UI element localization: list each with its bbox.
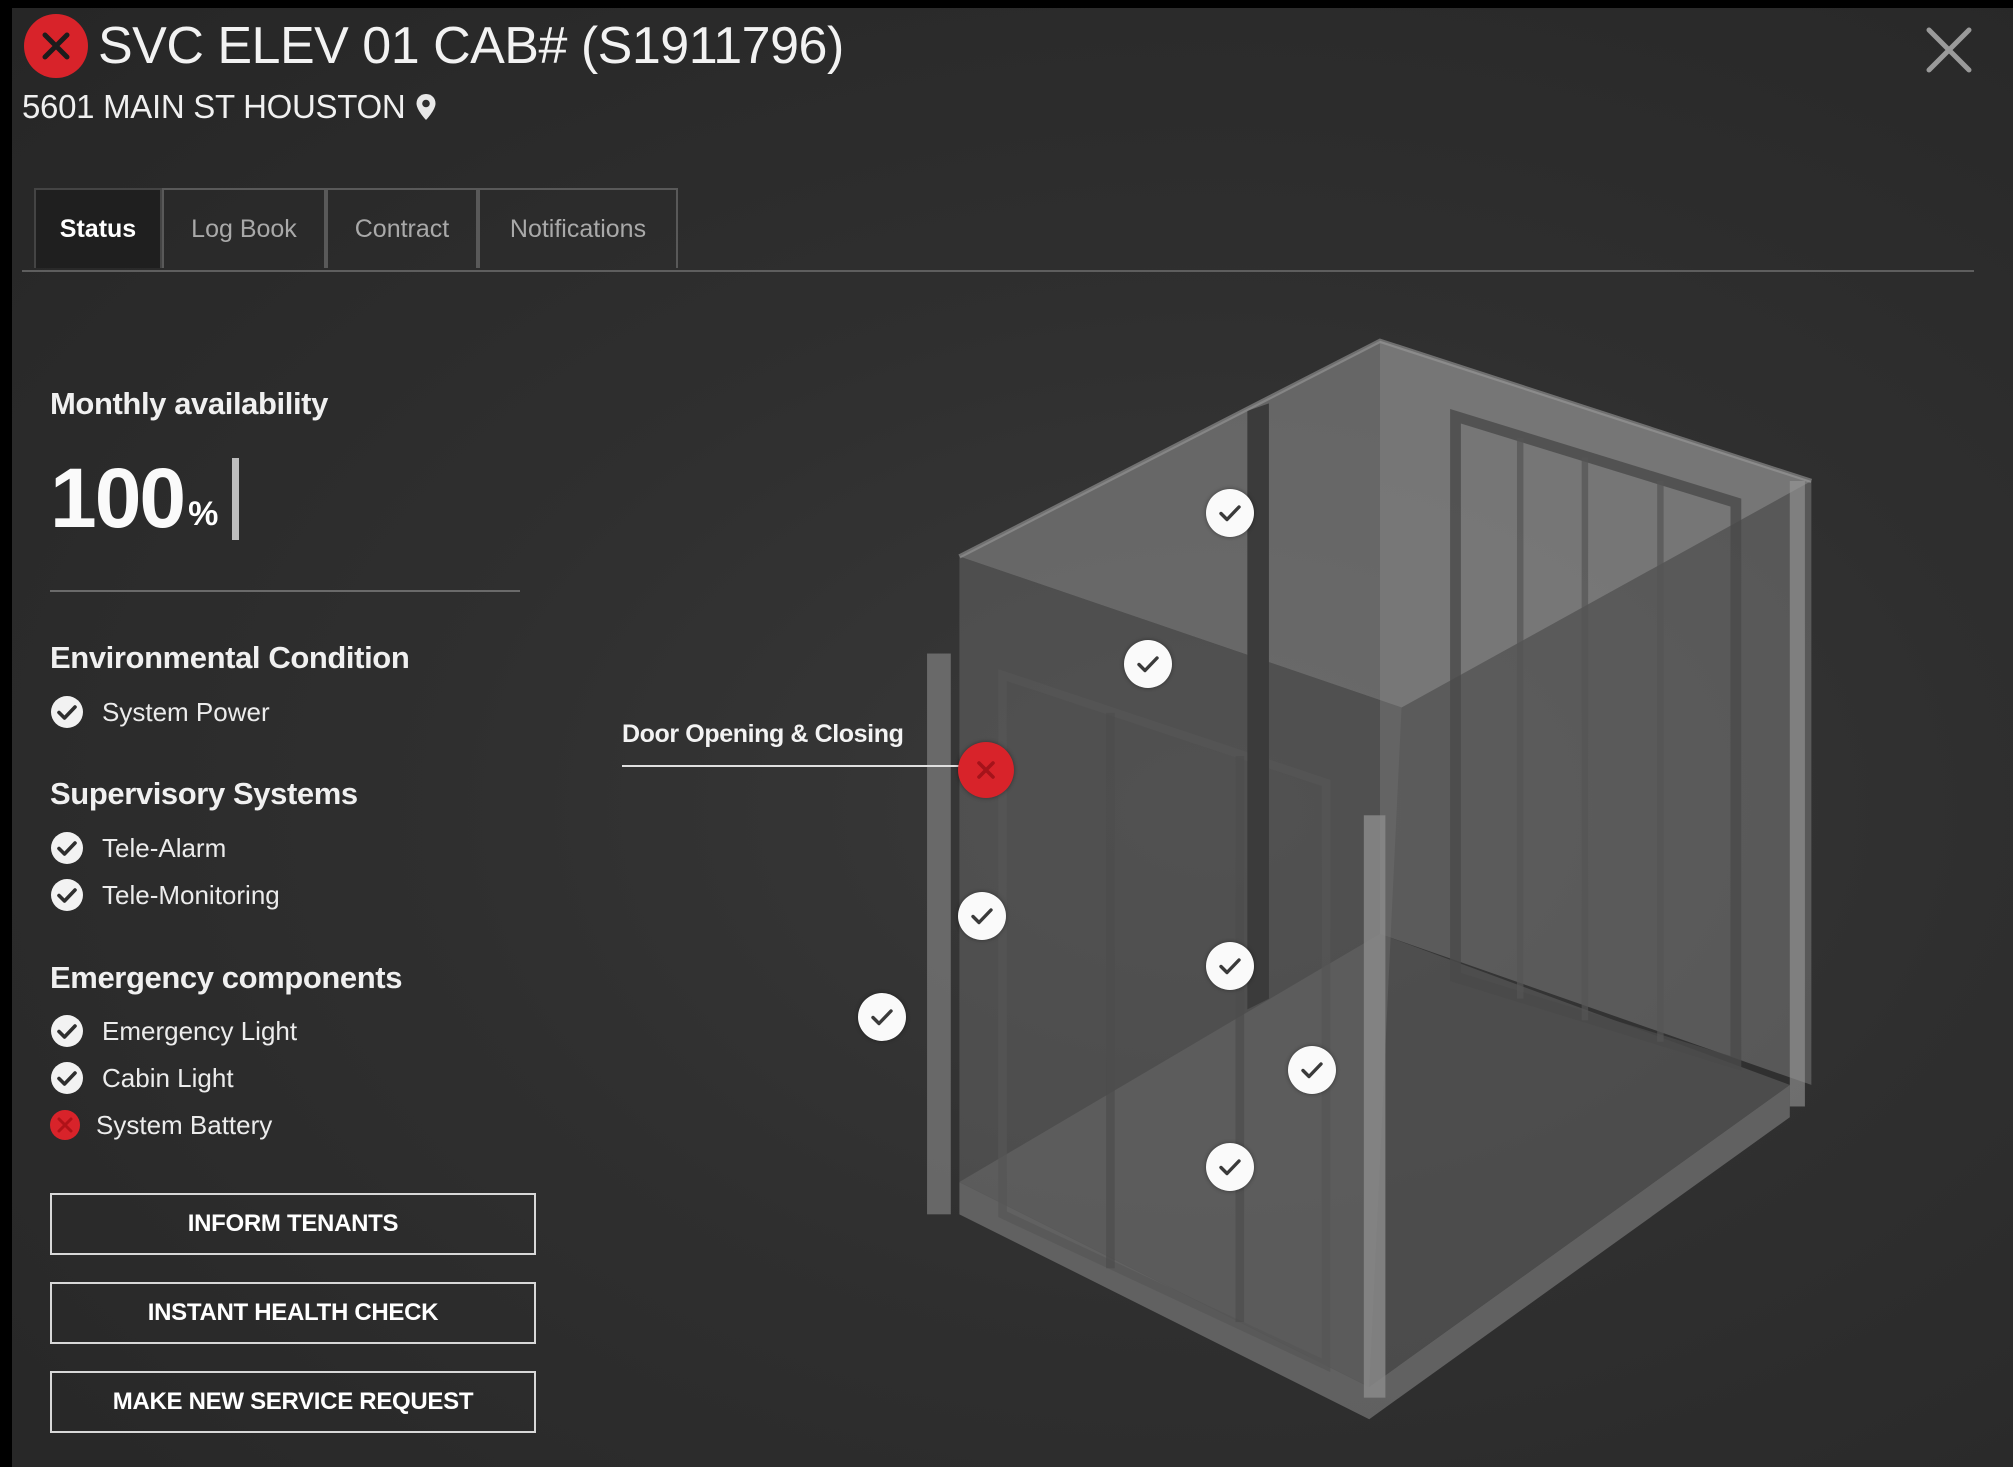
x-circle-icon bbox=[50, 1110, 80, 1140]
status-item-label: Emergency Light bbox=[102, 1015, 298, 1046]
cab-marker-ok[interactable] bbox=[1206, 489, 1254, 537]
check-icon bbox=[1219, 505, 1241, 522]
check-icon bbox=[1219, 1159, 1241, 1176]
status-item-label: Tele-Monitoring bbox=[102, 879, 280, 910]
cab-marker-ok[interactable] bbox=[1124, 640, 1172, 688]
status-item-system-power: System Power bbox=[50, 695, 270, 729]
availability-unit: % bbox=[188, 495, 219, 533]
tab-bar: Status Log Book Contract Notifications bbox=[22, 188, 1974, 272]
address-text: 5601 MAIN ST HOUSTON bbox=[22, 88, 406, 125]
callout-line bbox=[622, 765, 960, 767]
title-row: SVC ELEV 01 CAB# (S1911796) bbox=[24, 14, 844, 78]
status-item-tele-monitoring: Tele-Monitoring bbox=[50, 878, 280, 912]
elevator-cab-illustration bbox=[927, 338, 1813, 1420]
check-icon bbox=[1137, 656, 1159, 673]
cab-marker-ok[interactable] bbox=[1206, 942, 1254, 990]
instant-health-check-button[interactable]: INSTANT HEALTH CHECK bbox=[50, 1282, 536, 1344]
check-icon bbox=[1301, 1062, 1323, 1079]
address-row: 5601 MAIN ST HOUSTON bbox=[22, 88, 437, 126]
emergency-heading: Emergency components bbox=[50, 960, 403, 995]
tab-contract[interactable]: Contract bbox=[326, 188, 478, 268]
page-title: SVC ELEV 01 CAB# (S1911796) bbox=[98, 17, 844, 75]
availability-bar bbox=[232, 458, 240, 540]
close-icon[interactable] bbox=[1923, 24, 1975, 76]
new-service-request-button[interactable]: MAKE NEW SERVICE REQUEST bbox=[50, 1371, 536, 1433]
x-icon bbox=[977, 761, 995, 779]
map-pin-icon[interactable] bbox=[415, 93, 437, 121]
inform-tenants-button[interactable]: INFORM TENANTS bbox=[50, 1193, 536, 1255]
cab-marker-ok[interactable] bbox=[958, 892, 1006, 940]
tab-status[interactable]: Status bbox=[34, 188, 162, 268]
availability-heading: Monthly availability bbox=[50, 386, 328, 421]
tab-log-book[interactable]: Log Book bbox=[162, 188, 326, 268]
fault-status-icon bbox=[24, 14, 88, 78]
check-icon bbox=[971, 908, 993, 925]
cab-marker-ok[interactable] bbox=[1288, 1046, 1336, 1094]
section-divider bbox=[50, 590, 520, 592]
cab-marker-ok[interactable] bbox=[858, 993, 906, 1041]
status-item-cabin-light: Cabin Light bbox=[50, 1061, 234, 1095]
status-item-label: System Battery bbox=[96, 1109, 273, 1140]
environmental-heading: Environmental Condition bbox=[50, 640, 410, 675]
callout-door-label: Door Opening & Closing bbox=[622, 720, 904, 748]
check-circle-icon bbox=[51, 832, 83, 864]
status-item-tele-alarm: Tele-Alarm bbox=[50, 831, 226, 865]
availability-value: 100 % bbox=[50, 451, 240, 545]
check-circle-icon bbox=[51, 1015, 83, 1047]
supervisory-heading: Supervisory Systems bbox=[50, 776, 358, 811]
status-item-system-battery: System Battery bbox=[48, 1108, 272, 1142]
availability-number: 100 bbox=[50, 451, 186, 545]
check-icon bbox=[871, 1009, 893, 1026]
check-icon bbox=[1219, 958, 1241, 975]
check-circle-icon bbox=[51, 696, 83, 728]
tab-notifications[interactable]: Notifications bbox=[478, 188, 678, 268]
status-item-label: Cabin Light bbox=[102, 1062, 234, 1093]
cab-marker-ok[interactable] bbox=[1206, 1143, 1254, 1191]
status-item-label: System Power bbox=[102, 696, 270, 727]
status-item-emergency-light: Emergency Light bbox=[50, 1014, 297, 1048]
status-item-label: Tele-Alarm bbox=[102, 832, 227, 863]
check-circle-icon bbox=[51, 879, 83, 911]
check-circle-icon bbox=[51, 1062, 83, 1094]
cab-marker-door-fault[interactable] bbox=[958, 742, 1014, 798]
